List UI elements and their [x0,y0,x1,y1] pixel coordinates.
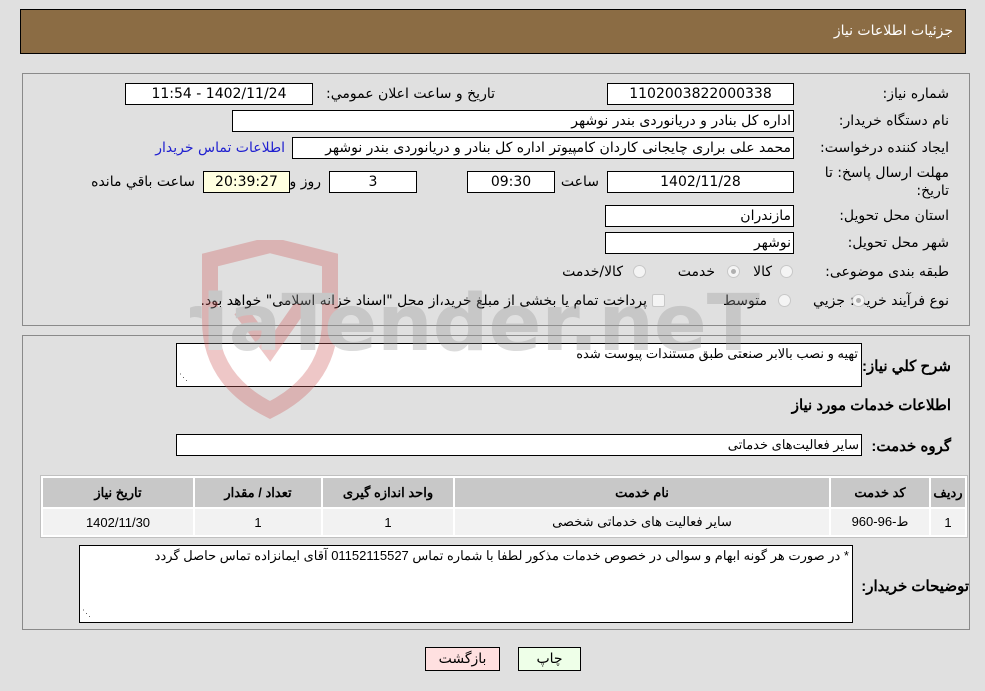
category-radio-service[interactable] [727,265,740,278]
col-unit: واحد اندازه گیری [323,478,453,507]
treasury-note: پرداخت تمام یا بخشی از مبلغ خرید،از محل … [200,293,647,309]
buyer-notes-label: توضیحات خریدار: [861,578,969,595]
deadline-time-field[interactable]: 09:30 [467,171,555,193]
remaining-label: ساعت باقي مانده [91,174,195,190]
cell-unit: 1 [323,509,453,535]
buyer-org-label: نام دستگاه خریدار: [838,113,949,129]
category-label: طبقه بندی موضوعی: [825,264,949,280]
services-heading: اطلاعات خدمات مورد نیاز [791,397,951,414]
cell-need-date: 1402/11/30 [43,509,193,535]
buyer-org-field[interactable]: اداره کل بنادر و دریانوردی بندر نوشهر [232,110,794,132]
category-option-goods: کالا [753,264,772,280]
announce-field[interactable]: 1402/11/24 - 11:54 [125,83,313,105]
purchase-radio-medium[interactable] [778,294,791,307]
col-quantity: تعداد / مقدار [195,478,321,507]
page-header: جزئیات اطلاعات نیاز [20,9,966,54]
description-label: شرح کلي نياز: [862,358,951,375]
cell-row-number: 1 [931,509,965,535]
city-field[interactable]: نوشهر [605,232,794,254]
need-number-label: شماره نیاز: [882,86,950,102]
purchase-radio-minor[interactable] [852,294,865,307]
cell-service-code: ط-96-960 [831,509,929,535]
description-textarea[interactable]: تهیه و نصب بالابر صنعتی طبق مستندات پیوس… [176,343,862,387]
col-service-code: کد خدمت [831,478,929,507]
page-title: جزئیات اطلاعات نیاز [833,23,953,39]
buyer-notes-text: * در صورت هر گونه ابهام و سوالی در خصوص … [154,548,849,563]
buyer-notes-textarea[interactable]: * در صورت هر گونه ابهام و سوالی در خصوص … [79,545,853,623]
back-button[interactable]: بازگشت [425,647,500,671]
days-label: روز و [289,174,322,190]
city-label: شهر محل تحویل: [847,235,949,251]
service-group-label: گروه خدمت: [871,438,951,455]
needs-panel: شرح کلي نياز: تهیه و نصب بالابر صنعتی طب… [22,335,970,630]
province-field[interactable]: مازندران [605,205,794,227]
purchase-option-minor: جزيي [813,293,845,309]
announce-label: تاریخ و ساعت اعلان عمومي: [326,86,495,102]
table-row: 1 ط-96-960 سایر فعالیت های خدماتی شخصی 1… [43,509,965,535]
details-panel: شماره نیاز: 1102003822000338 تاریخ و ساع… [22,73,970,326]
category-radio-goods[interactable] [780,265,793,278]
purchase-option-medium: متوسط [723,293,767,309]
creator-label: ایجاد کننده درخواست: [820,140,949,156]
category-option-service: خدمت [677,264,715,280]
remaining-time-field: 20:39:27 [203,171,290,193]
service-group-field[interactable]: سایر فعالیت‌های خدماتی [176,434,862,456]
category-option-goods-service: کالا/خدمت [562,264,623,280]
creator-field[interactable]: محمد علی براری چایجانی کاردان کامپیوتر ا… [292,137,794,159]
description-text: تهیه و نصب بالابر صنعتی طبق مستندات پیوس… [576,346,858,361]
resize-grip-icon[interactable]: ⋱ [82,605,91,621]
table-header-row: ردیف کد خدمت نام خدمت واحد اندازه گیری ت… [43,478,965,507]
treasury-checkbox[interactable] [652,294,665,307]
time-label: ساعت [560,174,599,190]
col-service-name: نام خدمت [455,478,829,507]
services-table: ردیف کد خدمت نام خدمت واحد اندازه گیری ت… [40,475,968,538]
need-number-field[interactable]: 1102003822000338 [607,83,794,105]
resize-grip-icon[interactable]: ⋱ [179,369,188,385]
buyer-contact-link[interactable]: اطلاعات تماس خریدار [155,140,285,156]
print-button[interactable]: چاپ [518,647,581,671]
cell-quantity: 1 [195,509,321,535]
category-radio-goods-service[interactable] [633,265,646,278]
province-label: استان محل تحویل: [839,208,949,224]
deadline-date-field[interactable]: 1402/11/28 [607,171,794,193]
deadline-label: مهلت ارسال پاسخ: تا تاریخ: [824,165,949,199]
cell-service-name: سایر فعالیت های خدماتی شخصی [455,509,829,535]
days-field[interactable]: 3 [329,171,417,193]
col-row-number: ردیف [931,478,965,507]
col-need-date: تاریخ نیاز [43,478,193,507]
